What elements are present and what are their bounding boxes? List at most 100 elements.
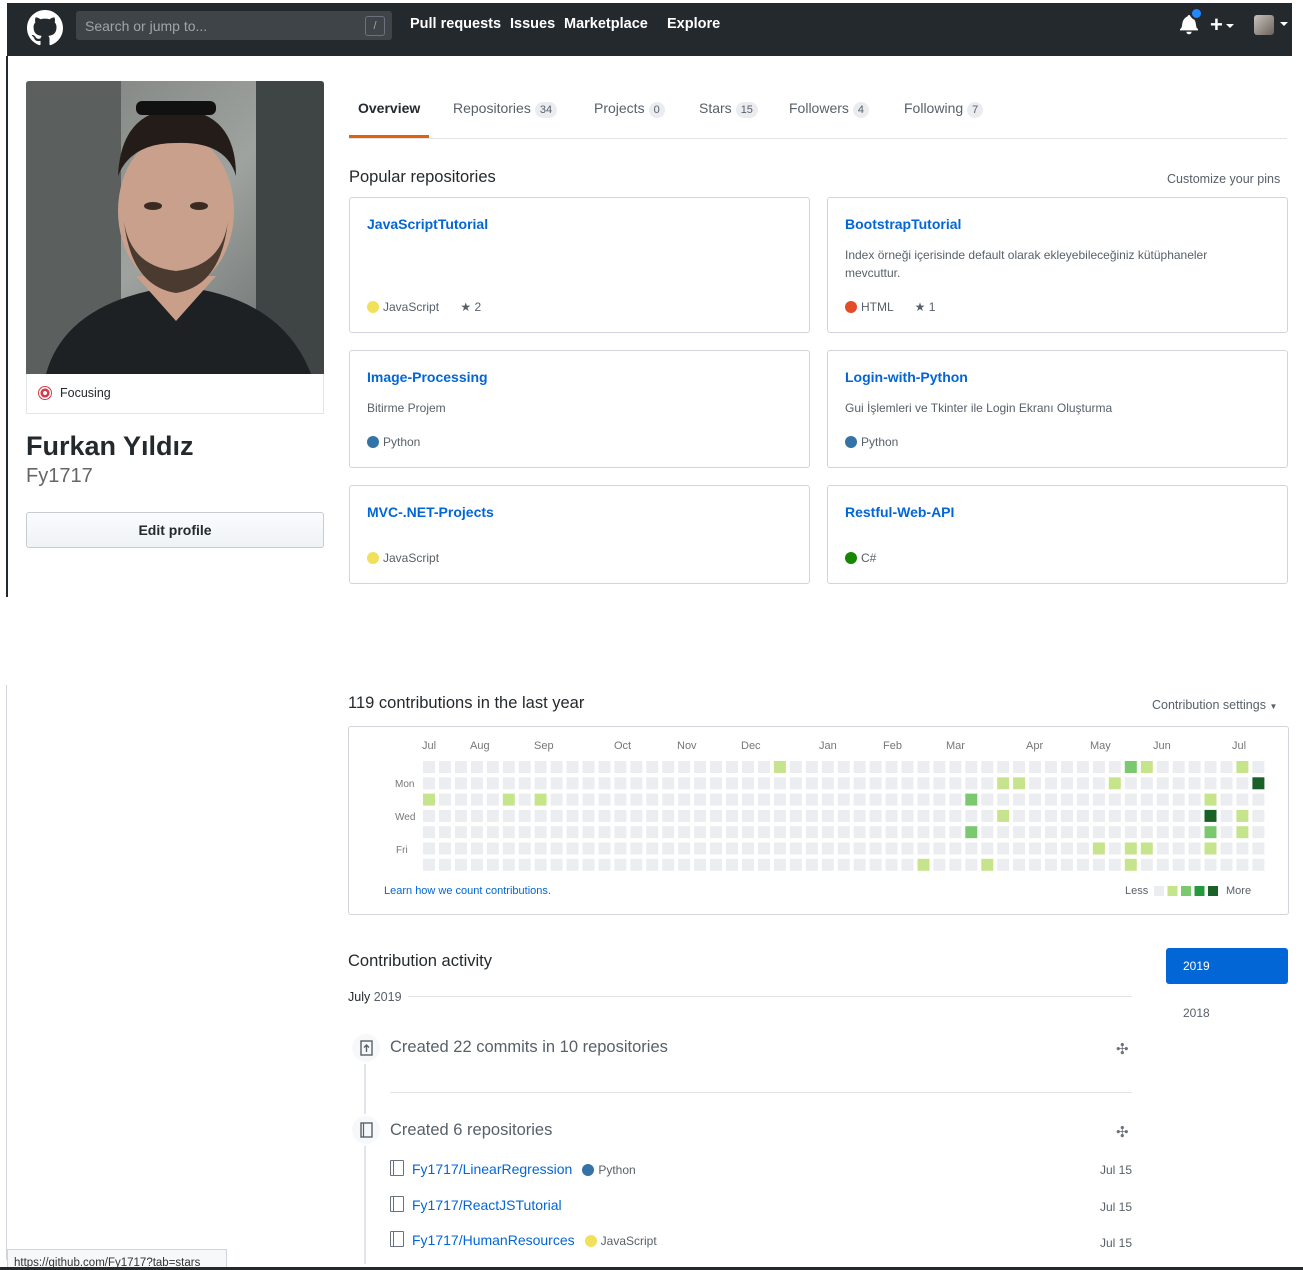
contribution-day-cell[interactable]	[1076, 761, 1089, 773]
contribution-day-cell[interactable]	[662, 826, 675, 839]
contribution-day-cell[interactable]	[997, 826, 1010, 839]
contribution-day-cell[interactable]	[1252, 809, 1265, 822]
contribution-day-cell[interactable]	[534, 826, 547, 839]
contribution-day-cell[interactable]	[917, 809, 930, 822]
contribution-day-cell[interactable]	[678, 842, 691, 855]
contribution-day-cell[interactable]	[423, 858, 435, 871]
contribution-day-cell[interactable]	[1188, 777, 1201, 790]
contribution-day-cell[interactable]	[566, 809, 579, 822]
contribution-day-cell[interactable]	[1045, 826, 1057, 839]
contribution-day-cell[interactable]	[742, 809, 754, 822]
contribution-day-cell[interactable]	[885, 793, 898, 806]
contribution-day-cell[interactable]	[470, 793, 483, 806]
contribution-day-cell[interactable]	[486, 809, 499, 822]
contribution-day-cell[interactable]	[1013, 793, 1026, 806]
contribution-day-cell[interactable]	[566, 793, 579, 806]
contribution-day-cell[interactable]	[885, 761, 898, 773]
contribution-day-cell[interactable]	[965, 858, 978, 871]
contribution-day-cell[interactable]	[821, 793, 834, 806]
contribution-day-cell[interactable]	[869, 842, 882, 855]
contribution-day-cell[interactable]	[694, 842, 707, 855]
contribution-day-cell[interactable]	[1236, 793, 1249, 806]
contribution-day-cell[interactable]	[710, 858, 723, 871]
contribution-day-cell[interactable]	[726, 777, 738, 790]
contribution-day-cell[interactable]	[710, 777, 723, 790]
contribution-day-cell[interactable]	[1029, 793, 1042, 806]
contribution-day-cell[interactable]	[1061, 858, 1073, 871]
contribution-day-cell[interactable]	[805, 842, 818, 855]
contribution-day-cell[interactable]	[853, 858, 866, 871]
contribution-day-cell[interactable]	[1108, 793, 1121, 806]
contribution-day-cell[interactable]	[678, 761, 691, 773]
contribution-day-cell[interactable]	[1029, 777, 1042, 790]
contribution-day-cell[interactable]	[1140, 826, 1153, 839]
contribution-day-cell[interactable]	[789, 761, 802, 773]
contribution-day-cell[interactable]	[582, 826, 595, 839]
contribution-day-cell[interactable]	[726, 809, 738, 822]
contribution-day-cell[interactable]	[1013, 858, 1026, 871]
contribution-day-cell[interactable]	[805, 858, 818, 871]
contribution-day-cell[interactable]	[614, 858, 627, 871]
contribution-day-cell[interactable]	[885, 858, 898, 871]
contribution-day-cell[interactable]	[997, 793, 1010, 806]
contribution-day-cell[interactable]	[566, 761, 579, 773]
unfold-icon[interactable]: ✣	[1116, 1123, 1129, 1141]
contribution-day-cell[interactable]	[550, 761, 563, 773]
contribution-day-cell[interactable]	[949, 858, 962, 871]
contribution-day-cell[interactable]	[773, 826, 786, 839]
contribution-day-cell[interactable]	[502, 777, 515, 790]
contribution-day-cell[interactable]	[1092, 826, 1105, 839]
contribution-day-cell[interactable]	[454, 809, 467, 822]
contribution-day-cell[interactable]	[981, 809, 994, 822]
contribution-day-cell[interactable]	[1076, 826, 1089, 839]
contribution-day-cell[interactable]	[758, 842, 770, 855]
contribution-day-cell[interactable]	[1252, 826, 1265, 839]
contribution-day-cell[interactable]	[1220, 761, 1233, 773]
contribution-day-cell[interactable]	[614, 761, 627, 773]
contribution-day-cell[interactable]	[773, 809, 786, 822]
contribution-day-cell[interactable]	[949, 777, 962, 790]
contribution-day-cell[interactable]	[885, 777, 898, 790]
contribution-day-cell[interactable]	[1156, 777, 1169, 790]
contribution-day-cell[interactable]	[598, 842, 611, 855]
contribution-day-cell[interactable]	[1140, 761, 1153, 773]
contribution-day-cell[interactable]	[502, 858, 515, 871]
contribution-day-cell[interactable]	[1252, 777, 1265, 790]
contribution-day-cell[interactable]	[423, 793, 435, 806]
contribution-day-cell[interactable]	[630, 826, 643, 839]
contribution-day-cell[interactable]	[773, 842, 786, 855]
contribution-day-cell[interactable]	[678, 793, 691, 806]
contribution-day-cell[interactable]	[1188, 793, 1201, 806]
contribution-day-cell[interactable]	[837, 793, 850, 806]
contribution-day-cell[interactable]	[630, 793, 643, 806]
contribution-day-cell[interactable]	[1061, 826, 1073, 839]
contribution-day-cell[interactable]	[1061, 761, 1073, 773]
contribution-day-cell[interactable]	[598, 777, 611, 790]
contribution-day-cell[interactable]	[917, 777, 930, 790]
contribution-day-cell[interactable]	[1156, 826, 1169, 839]
contribution-day-cell[interactable]	[630, 842, 643, 855]
contribution-day-cell[interactable]	[566, 842, 579, 855]
contribution-day-cell[interactable]	[1204, 793, 1217, 806]
contribution-day-cell[interactable]	[1172, 809, 1185, 822]
contribution-day-cell[interactable]	[1204, 842, 1217, 855]
contribution-day-cell[interactable]	[1236, 826, 1249, 839]
contribution-day-cell[interactable]	[949, 761, 962, 773]
contribution-day-cell[interactable]	[726, 761, 738, 773]
contribution-day-cell[interactable]	[933, 777, 946, 790]
contribution-day-cell[interactable]	[438, 809, 451, 822]
contribution-day-cell[interactable]	[1236, 809, 1249, 822]
contribution-day-cell[interactable]	[789, 842, 802, 855]
contribution-day-cell[interactable]	[1236, 777, 1249, 790]
contribution-day-cell[interactable]	[726, 793, 738, 806]
contribution-day-cell[interactable]	[1220, 809, 1233, 822]
contribution-day-cell[interactable]	[598, 809, 611, 822]
contribution-day-cell[interactable]	[1156, 858, 1169, 871]
contribution-day-cell[interactable]	[1124, 777, 1137, 790]
contribution-day-cell[interactable]	[758, 777, 770, 790]
contribution-day-cell[interactable]	[1108, 809, 1121, 822]
contribution-day-cell[interactable]	[869, 826, 882, 839]
contribution-day-cell[interactable]	[917, 842, 930, 855]
contribution-day-cell[interactable]	[470, 842, 483, 855]
contribution-day-cell[interactable]	[1204, 761, 1217, 773]
